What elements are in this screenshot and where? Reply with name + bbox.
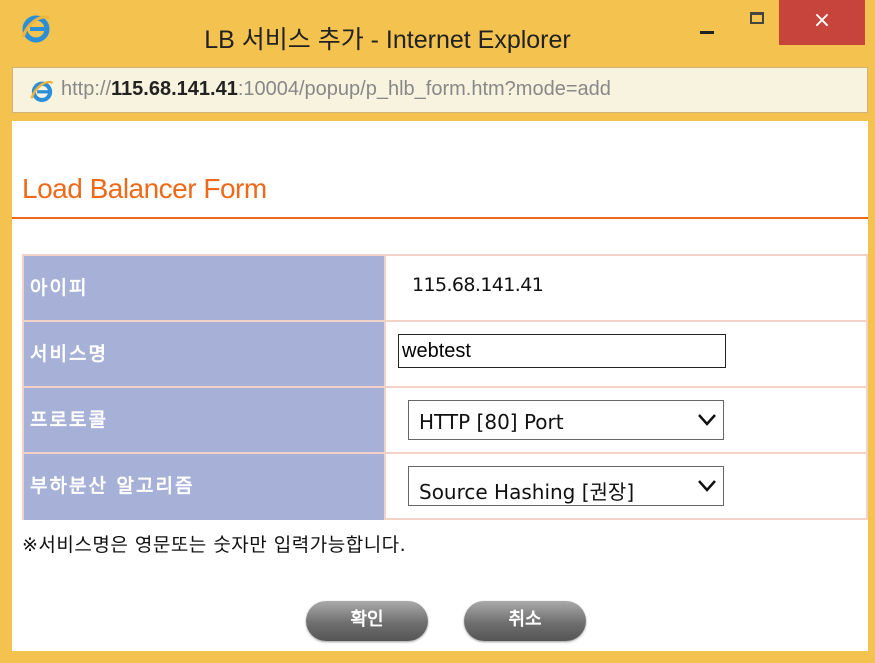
internet-explorer-icon <box>30 80 54 102</box>
cell-divider <box>384 322 386 386</box>
url-text: http://115.68.141.41:10004/popup/p_hlb_f… <box>61 78 611 101</box>
minimize-icon <box>700 31 714 34</box>
form-table: 아이피 115.68.141.41 서비스명 프로토콜 HTTP [80] Po… <box>22 254 868 520</box>
minimize-button[interactable] <box>690 10 724 40</box>
protocol-select[interactable]: HTTP [80] Port <box>408 400 724 440</box>
table-row-algorithm: 부하분산 알고리즘 Source Hashing [권장] <box>24 454 866 520</box>
url-host: 115.68.141.41 <box>111 78 238 100</box>
algorithm-select[interactable]: Source Hashing [권장] <box>408 466 724 506</box>
table-row-service-name: 서비스명 <box>24 322 866 388</box>
ip-value: 115.68.141.41 <box>412 274 544 296</box>
title-divider <box>12 217 868 219</box>
label-cell: 프로토콜 <box>24 388 384 452</box>
maximize-icon <box>750 12 764 24</box>
service-name-hint: ※서비스명은 영문또는 숫자만 입력가능합니다. <box>22 534 407 556</box>
table-row-protocol: 프로토콜 HTTP [80] Port <box>24 388 866 454</box>
chevron-down-icon <box>698 414 716 426</box>
protocol-label: 프로토콜 <box>30 409 108 431</box>
close-button[interactable]: × <box>779 0 865 45</box>
ip-label: 아이피 <box>30 277 89 299</box>
service-name-input[interactable] <box>398 334 726 368</box>
page-title: Load Balancer Form <box>22 173 267 204</box>
label-cell: 서비스명 <box>24 322 384 386</box>
algorithm-label: 부하분산 알고리즘 <box>30 475 195 497</box>
cell-divider <box>384 388 386 452</box>
url-path: :10004/popup/p_hlb_form.htm?mode=add <box>237 78 611 100</box>
close-icon: × <box>812 8 832 33</box>
title-bar[interactable]: LB 서비스 추가 - Internet Explorer × <box>0 0 875 62</box>
algorithm-selected-value: Source Hashing [권장] <box>419 480 635 504</box>
url-scheme: http:// <box>61 78 112 100</box>
chevron-down-icon <box>698 480 716 492</box>
protocol-selected-value: HTTP [80] Port <box>419 410 564 434</box>
table-row-ip: 아이피 115.68.141.41 <box>24 256 866 322</box>
cell-divider <box>384 454 386 520</box>
browser-popup-window: LB 서비스 추가 - Internet Explorer × http://1… <box>0 0 875 663</box>
label-cell: 부하분산 알고리즘 <box>24 454 384 520</box>
cell-divider <box>384 256 386 320</box>
label-cell: 아이피 <box>24 256 384 320</box>
service-name-label: 서비스명 <box>30 343 108 365</box>
maximize-button[interactable] <box>740 8 774 38</box>
address-bar[interactable]: http://115.68.141.41:10004/popup/p_hlb_f… <box>12 67 868 113</box>
page-content: Load Balancer Form 아이피 115.68.141.41 서비스… <box>12 121 868 651</box>
cancel-button[interactable]: 취소 <box>464 601 586 641</box>
confirm-button[interactable]: 확인 <box>306 601 428 641</box>
